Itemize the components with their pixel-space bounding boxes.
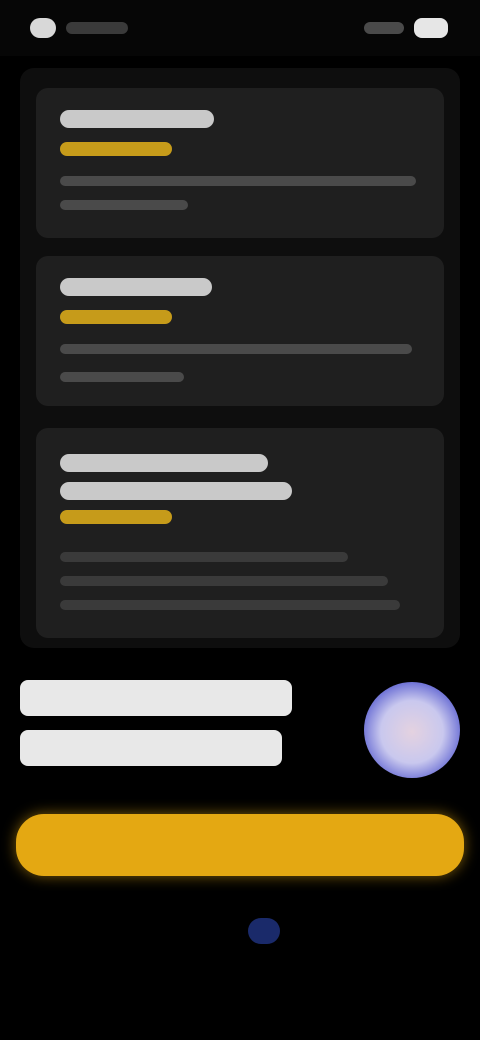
review-body <box>60 176 416 186</box>
review-rating <box>60 510 172 524</box>
promo-heading-line-1 <box>20 680 292 716</box>
review-title-line <box>60 482 292 500</box>
page-indicator <box>248 918 280 944</box>
review-body-line <box>60 372 184 382</box>
status-right <box>364 18 448 38</box>
status-bar <box>0 0 480 56</box>
home-indicator-area <box>0 960 480 1040</box>
review-card[interactable] <box>36 88 444 238</box>
battery-icon <box>414 18 448 38</box>
review-body <box>60 344 412 354</box>
review-card[interactable] <box>36 256 444 406</box>
status-left <box>30 18 128 38</box>
signal-icon <box>364 22 404 34</box>
review-card[interactable] <box>36 428 444 638</box>
review-title <box>60 110 214 128</box>
app-indicator-icon <box>30 18 56 38</box>
review-title <box>60 278 212 296</box>
cta-button[interactable] <box>16 814 464 876</box>
review-title <box>60 454 268 472</box>
avatar-badge-icon <box>364 682 460 778</box>
review-body-line <box>60 200 188 210</box>
review-rating <box>60 310 172 324</box>
review-body-line <box>60 576 388 586</box>
review-body <box>60 552 348 562</box>
review-rating <box>60 142 172 156</box>
review-body-line <box>60 600 400 610</box>
promo-heading <box>20 680 320 770</box>
promo-heading-line-2 <box>20 730 282 766</box>
status-time <box>66 22 128 34</box>
